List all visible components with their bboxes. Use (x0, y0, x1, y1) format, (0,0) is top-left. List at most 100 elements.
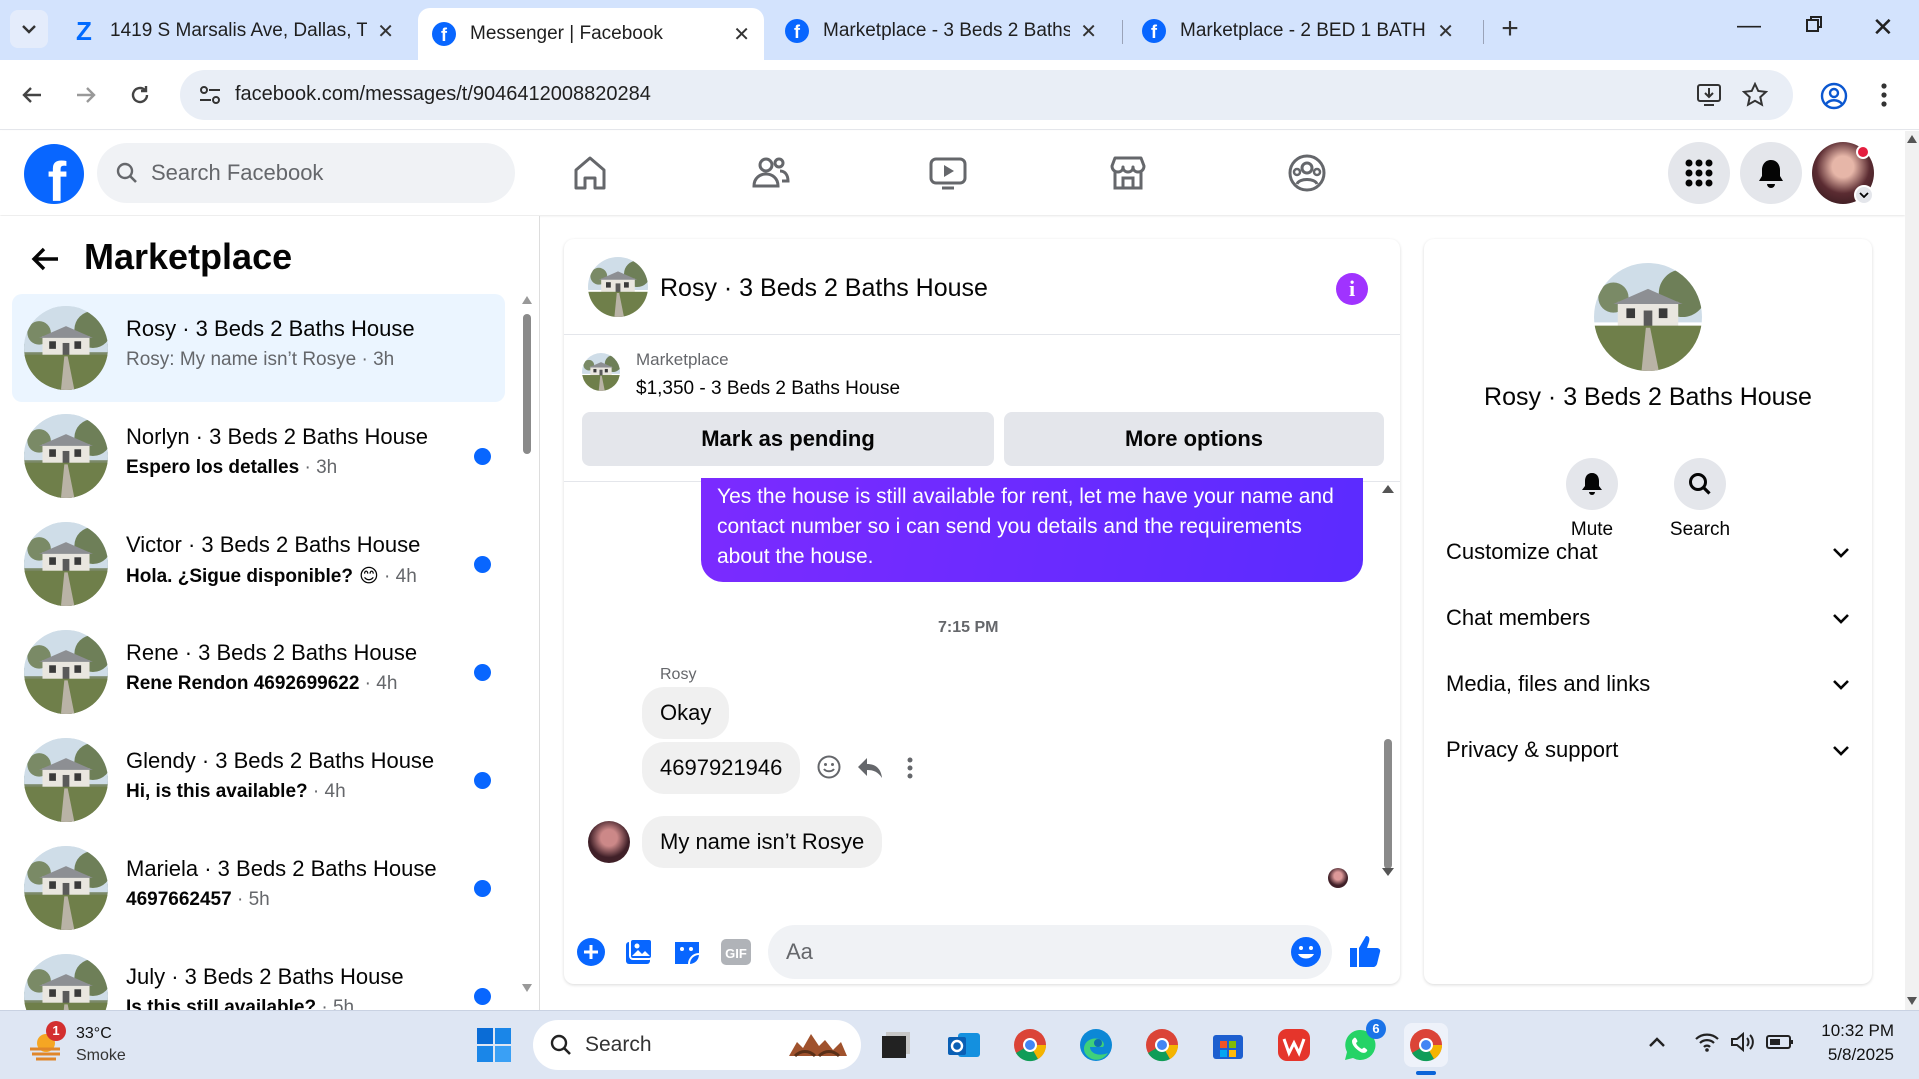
install-app-icon[interactable] (1696, 82, 1722, 108)
page-scrollbar[interactable] (1905, 131, 1919, 1010)
react-icon[interactable] (816, 754, 842, 785)
back-button[interactable] (12, 75, 52, 115)
taskbar-app-outlook[interactable] (942, 1023, 986, 1067)
clock-time[interactable]: 10:32 PM (1790, 1021, 1894, 1041)
reply-icon[interactable] (856, 756, 884, 785)
conversation-item[interactable]: July · 3 Beds 2 Baths House Is this still… (12, 942, 505, 1010)
browser-menu-icon[interactable] (1880, 82, 1892, 110)
like-icon[interactable] (1348, 933, 1382, 974)
facebook-search-input[interactable]: Search Facebook (97, 143, 515, 203)
close-icon[interactable]: ✕ (377, 19, 394, 44)
add-icon[interactable] (576, 937, 606, 972)
profile-icon[interactable] (1820, 82, 1848, 110)
taskbar-app-whatsapp[interactable]: 6 (1338, 1019, 1386, 1067)
facebook-logo[interactable]: f (24, 144, 84, 204)
conversation-preview: Rosy: My name isn’t Rosye (126, 349, 357, 370)
tab-title: 1419 S Marsalis Ave, Dallas, TX (110, 20, 368, 41)
listing-thumbnail[interactable] (582, 353, 620, 391)
weather-widget[interactable]: 1 33°C Smoke (22, 1019, 142, 1073)
menu-grid-button[interactable] (1668, 142, 1730, 204)
friends-nav-button[interactable] (746, 149, 794, 197)
facebook-icon: f (1142, 19, 1166, 43)
tab-title: Marketplace - 2 BED 1 BATH HO (1180, 20, 1427, 41)
thread-scrollbar[interactable] (1378, 481, 1398, 881)
gif-icon[interactable]: GIF (720, 937, 752, 972)
browser-tab-bar: Z 1419 S Marsalis Ave, Dallas, TX ✕ f Me… (0, 0, 1919, 60)
conversation-item[interactable]: Rene · 3 Beds 2 Baths House Rene Rendon 4… (12, 618, 505, 726)
message-input[interactable]: Aa (768, 925, 1332, 979)
sender-avatar[interactable] (588, 821, 630, 863)
mute-button[interactable] (1566, 458, 1618, 510)
wifi-icon[interactable] (1694, 1031, 1720, 1058)
taskbar-app-edge[interactable] (1074, 1023, 1118, 1067)
bookmark-star-icon[interactable] (1742, 82, 1768, 108)
conversation-item[interactable]: Glendy · 3 Beds 2 Baths House Hi, is this… (12, 726, 505, 834)
outgoing-message[interactable]: Yes the house is still available for ren… (701, 478, 1363, 582)
photo-icon[interactable] (624, 937, 654, 972)
minimize-button[interactable]: — (1734, 12, 1764, 48)
taskbar-app-terminal[interactable] (874, 1023, 918, 1067)
reload-button[interactable] (120, 75, 160, 115)
incoming-message[interactable]: 4697921946 (642, 742, 801, 794)
volume-icon[interactable] (1730, 1031, 1756, 1058)
account-dropdown-icon[interactable] (1854, 185, 1874, 205)
wps-icon (1278, 1029, 1310, 1061)
details-avatar[interactable] (1594, 263, 1702, 371)
show-hidden-icons[interactable] (1648, 1035, 1666, 1053)
search-chat-button[interactable] (1674, 458, 1726, 510)
details-section-row[interactable]: Customize chat (1446, 532, 1850, 572)
taskbar-app-store[interactable] (1206, 1023, 1250, 1067)
marketplace-label: Marketplace (636, 350, 729, 369)
taskbar-search-input[interactable]: Search (533, 1020, 861, 1070)
site-info-icon[interactable] (198, 84, 222, 106)
conversation-item[interactable]: Mariela · 3 Beds 2 Baths House 4697662457… (12, 834, 505, 942)
groups-nav-button[interactable] (1283, 149, 1331, 197)
list-scrollbar[interactable] (520, 294, 534, 994)
taskbar-app-chrome-alt[interactable] (1008, 1023, 1052, 1067)
whatsapp-badge: 6 (1366, 1019, 1386, 1039)
tab-search-button[interactable] (10, 10, 48, 48)
tab-marketplace-1[interactable]: f Marketplace - 3 Beds 2 Baths H ✕ (771, 8, 1111, 54)
start-button[interactable] (472, 1023, 516, 1067)
back-arrow-icon[interactable] (30, 242, 60, 281)
watch-nav-button[interactable] (924, 149, 972, 197)
notifications-button[interactable] (1740, 142, 1802, 204)
tab-marketplace-2[interactable]: f Marketplace - 2 BED 1 BATH HO ✕ (1128, 8, 1468, 54)
conversation-item[interactable]: Victor · 3 Beds 2 Baths House Hola. ¿Sigu… (12, 510, 505, 618)
listing-title[interactable]: $1,350 - 3 Beds 2 Baths House (636, 378, 900, 400)
close-window-button[interactable]: ✕ (1872, 12, 1902, 48)
close-icon[interactable]: ✕ (733, 22, 750, 47)
tab-zillow[interactable]: Z 1419 S Marsalis Ave, Dallas, TX ✕ (58, 8, 408, 54)
taskbar-app-wps[interactable] (1272, 1023, 1316, 1067)
address-bar[interactable]: facebook.com/messages/t/9046412008820284 (180, 70, 1793, 120)
clock-date[interactable]: 5/8/2025 (1790, 1045, 1894, 1065)
sticker-icon[interactable] (672, 937, 702, 972)
tab-messenger[interactable]: f Messenger | Facebook ✕ (418, 8, 764, 60)
home-nav-button[interactable] (566, 149, 614, 197)
close-icon[interactable]: ✕ (1080, 19, 1097, 44)
chat-avatar[interactable] (588, 257, 648, 317)
mark-as-pending-button[interactable]: Mark as pending (582, 412, 994, 466)
conversation-item[interactable]: Rosy · 3 Beds 2 Baths House Rosy: My name… (12, 294, 505, 402)
close-icon[interactable]: ✕ (1437, 19, 1454, 44)
separator-dot: · (378, 566, 396, 587)
new-tab-button[interactable]: + (1492, 12, 1528, 48)
details-section-row[interactable]: Chat members (1446, 598, 1850, 638)
incoming-message[interactable]: My name isn’t Rosye (642, 816, 883, 868)
arrow-right-icon (77, 87, 96, 103)
details-section-row[interactable]: Media, files and links (1446, 664, 1850, 704)
incoming-message[interactable]: Okay (642, 687, 730, 739)
taskbar-app-chrome[interactable] (1140, 1023, 1184, 1067)
emoji-icon[interactable] (1290, 936, 1322, 973)
details-section-row[interactable]: Privacy & support (1446, 730, 1850, 770)
taskbar-app-chrome-active[interactable] (1404, 1023, 1448, 1075)
restore-button[interactable] (1804, 14, 1834, 44)
marketplace-nav-button[interactable] (1104, 149, 1152, 197)
chat-title[interactable]: Rosy · 3 Beds 2 Baths House (660, 274, 988, 303)
info-icon[interactable]: i (1336, 273, 1368, 305)
more-options-button[interactable]: More options (1004, 412, 1384, 466)
message-input-placeholder: Aa (786, 939, 813, 964)
forward-button[interactable] (66, 75, 106, 115)
more-actions-icon[interactable] (906, 756, 914, 785)
conversation-item[interactable]: Norlyn · 3 Beds 2 Baths House Espero los … (12, 402, 505, 510)
